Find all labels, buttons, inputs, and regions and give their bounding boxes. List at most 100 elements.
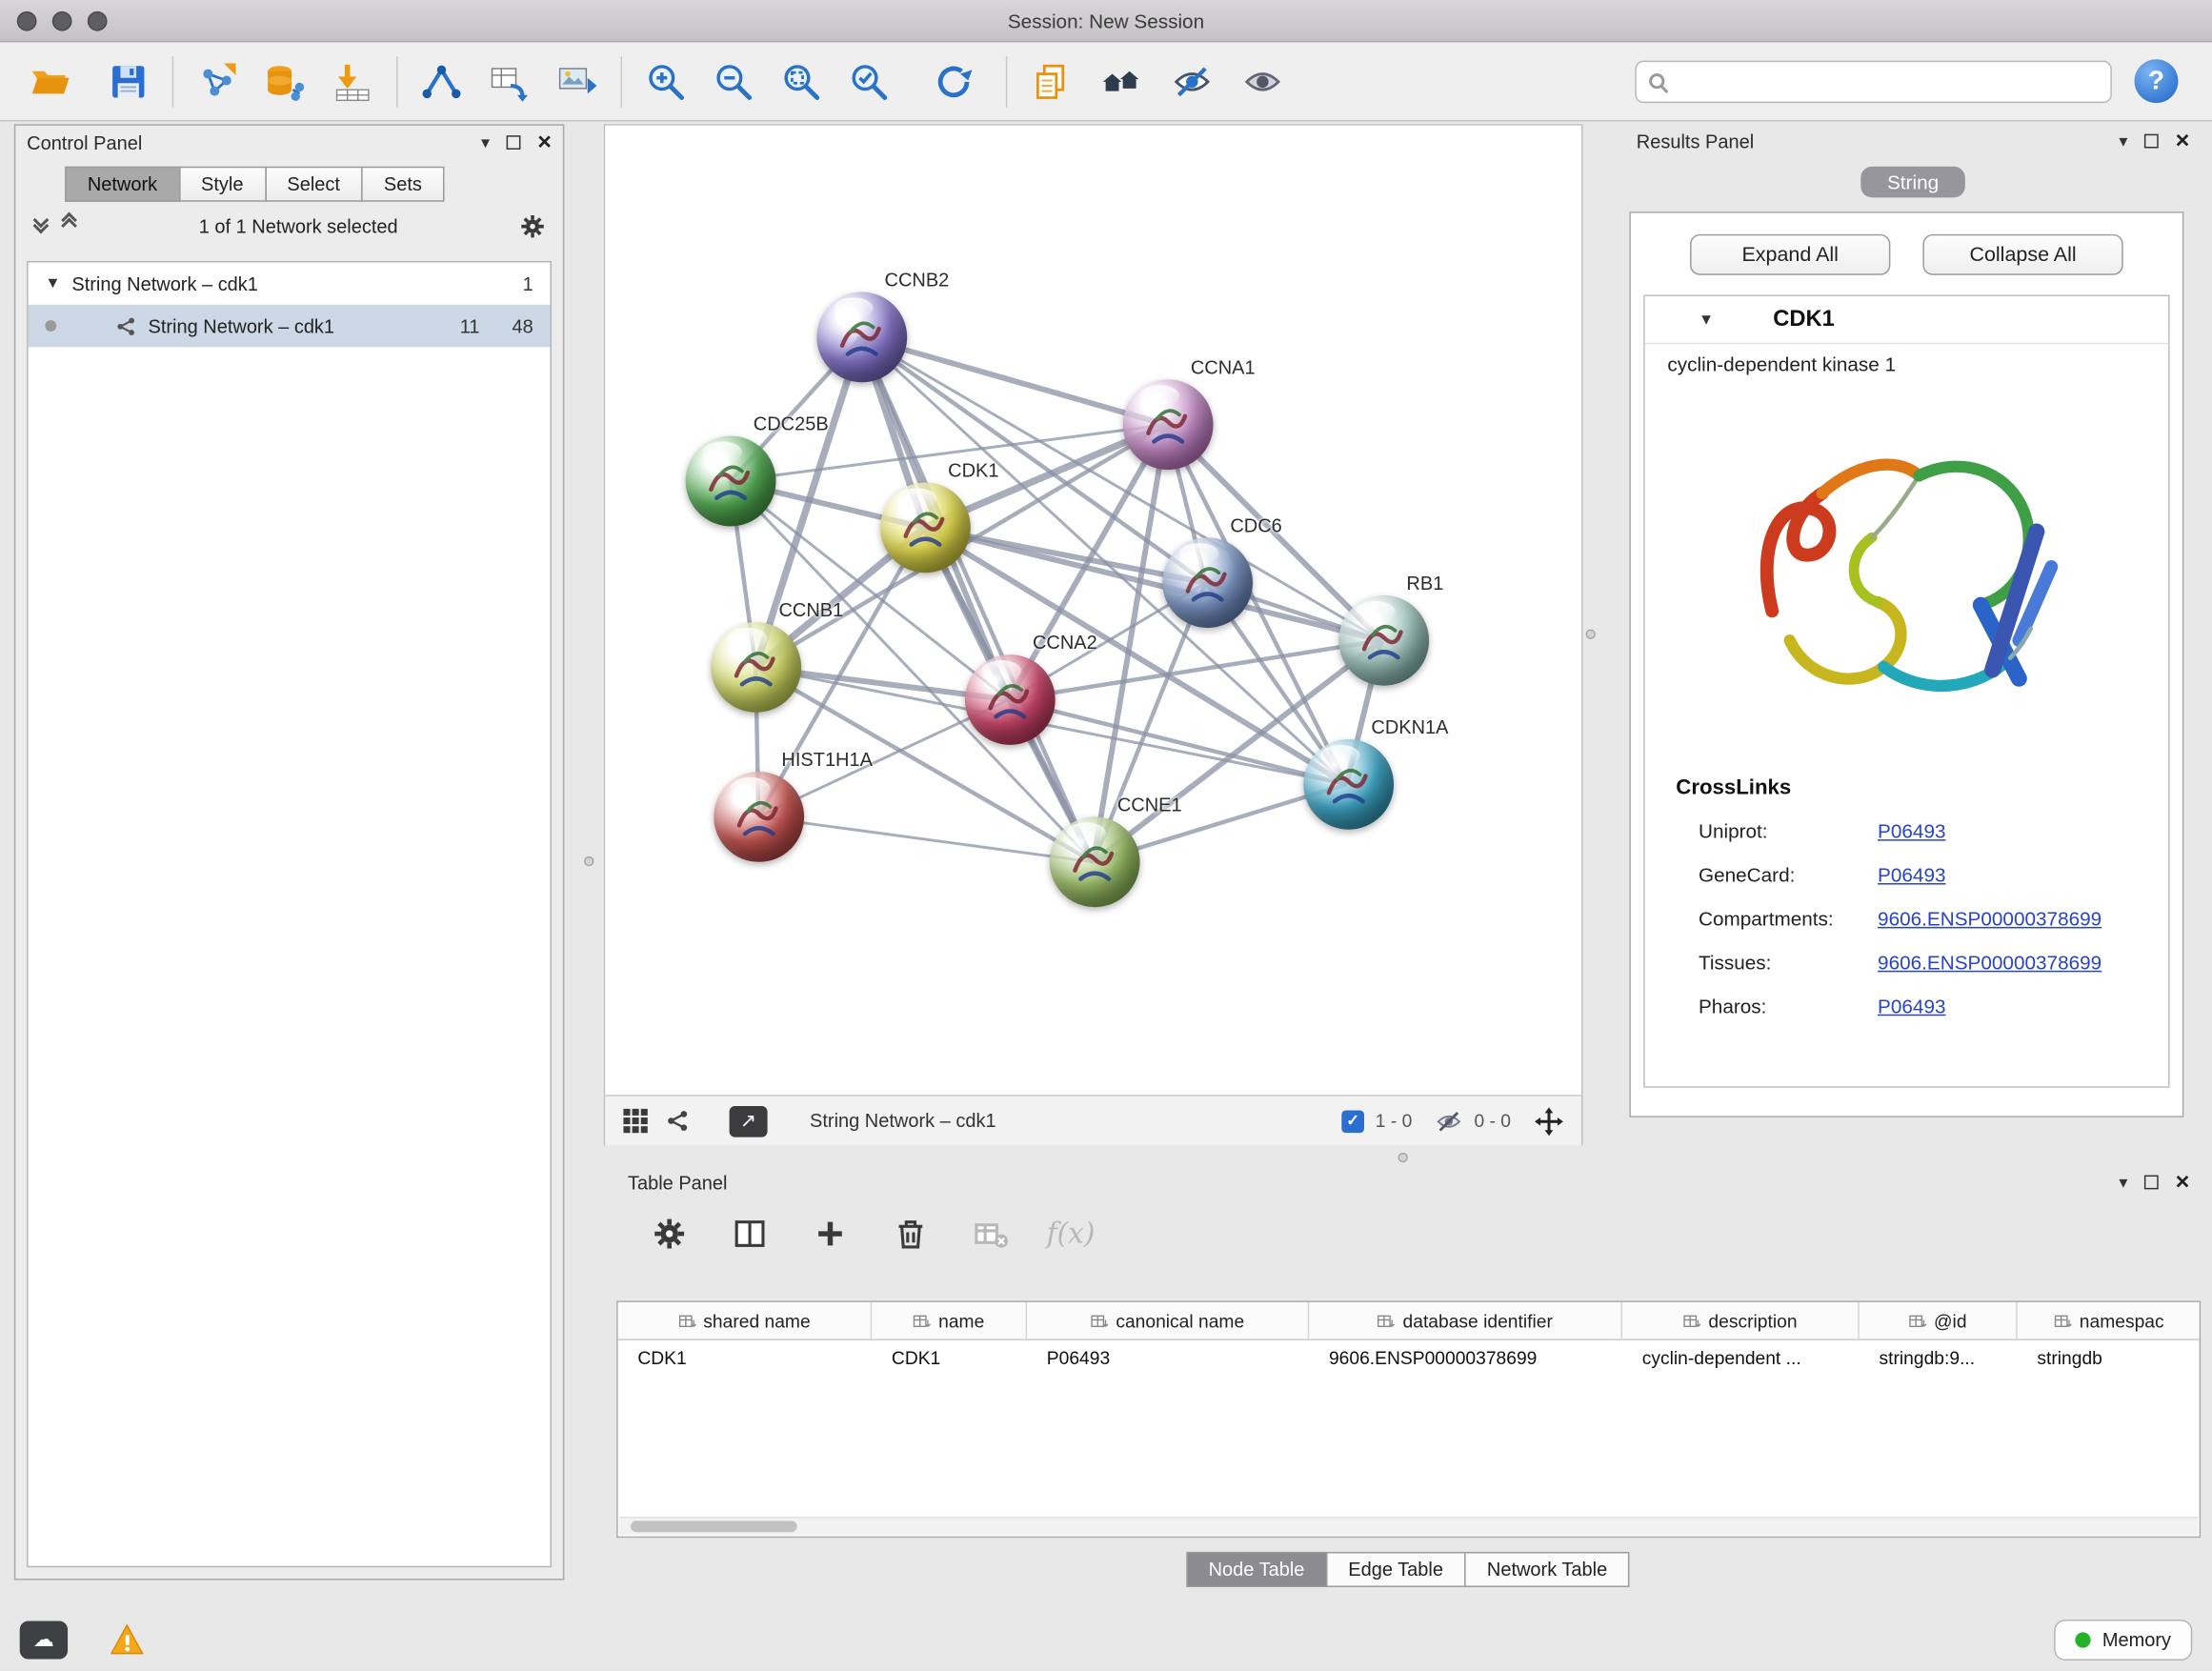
delete-column-button[interactable] — [889, 1212, 931, 1254]
table-cell[interactable]: P06493 — [1027, 1340, 1309, 1376]
warnings-button[interactable] — [105, 1621, 150, 1659]
close-window-button[interactable] — [17, 11, 37, 31]
network-row-selected[interactable]: String Network – cdk1 11 48 — [29, 305, 551, 347]
network-node-CDC6[interactable] — [1162, 537, 1253, 628]
zoom-window-button[interactable] — [88, 11, 108, 31]
section-collapse-caret-icon[interactable]: ▼ — [1699, 312, 1714, 329]
column-header-@id[interactable]: @id — [1860, 1302, 2018, 1340]
expand-all-icon[interactable] — [61, 217, 78, 234]
scrollbar-thumb[interactable] — [631, 1520, 797, 1532]
crosslink-value-link[interactable]: P06493 — [1878, 994, 1945, 1017]
network-node-CDC25B[interactable] — [686, 436, 776, 527]
table-cell[interactable]: 9606.ENSP00000378699 — [1309, 1340, 1622, 1376]
table-settings-button[interactable] — [648, 1212, 690, 1254]
expand-all-button[interactable]: Expand All — [1690, 234, 1890, 275]
table-cell[interactable]: cyclin-dependent ... — [1622, 1340, 1860, 1376]
network-canvas[interactable]: CCNB2CCNA1CDC25BCDK1CDC6RB1CCNB1CCNA2CDK… — [605, 126, 1581, 1095]
memory-button[interactable]: Memory — [2054, 1619, 2192, 1660]
tab-select[interactable]: Select — [265, 167, 363, 202]
apply-layout-button[interactable] — [924, 50, 983, 112]
save-session-button[interactable] — [99, 50, 158, 112]
crosslink-value-link[interactable]: P06493 — [1878, 819, 1945, 842]
birdseye-view-button[interactable] — [1233, 50, 1292, 112]
column-header-shared-name[interactable]: shared name — [618, 1302, 873, 1340]
detach-view-button[interactable]: ↗ — [730, 1105, 768, 1137]
pan-move-icon[interactable] — [1534, 1105, 1565, 1137]
import-table-button[interactable] — [323, 50, 382, 112]
tab-sets[interactable]: Sets — [361, 167, 444, 202]
table-cell[interactable]: stringdb:9... — [1860, 1340, 2018, 1376]
cloud-button[interactable]: ☁ — [20, 1621, 68, 1659]
graphics-details-button[interactable] — [1162, 50, 1221, 112]
import-network-file-button[interactable] — [188, 50, 247, 112]
panel-menu-caret-icon[interactable]: ▾ — [2119, 131, 2127, 151]
network-edge[interactable] — [758, 816, 1093, 861]
bottom-splitter-handle[interactable] — [1398, 1153, 1408, 1162]
help-button[interactable]: ? — [2135, 59, 2179, 103]
column-header-canonical-name[interactable]: canonical name — [1027, 1302, 1309, 1340]
gear-icon[interactable] — [519, 212, 546, 239]
zoom-selected-button[interactable] — [839, 50, 898, 112]
tab-style[interactable]: Style — [178, 167, 266, 202]
network-node-CCNB2[interactable] — [816, 292, 907, 383]
panel-menu-caret-icon[interactable]: ▾ — [481, 132, 490, 152]
panel-float-icon[interactable] — [2144, 134, 2159, 149]
delete-table-button[interactable] — [969, 1212, 1011, 1254]
network-overview-button[interactable] — [666, 1109, 690, 1133]
panel-close-icon[interactable]: × — [537, 135, 552, 150]
function-builder-button[interactable]: f(x) — [1050, 1212, 1092, 1254]
export-image-button[interactable] — [548, 50, 607, 112]
panel-float-icon[interactable] — [507, 135, 521, 150]
string-tab-badge[interactable]: String — [1860, 167, 1965, 198]
column-header-name[interactable]: name — [872, 1302, 1027, 1340]
table-horizontal-scrollbar[interactable] — [619, 1517, 2198, 1535]
table-cell[interactable]: CDK1 — [618, 1340, 873, 1376]
tab-edge-table[interactable]: Edge Table — [1326, 1552, 1466, 1587]
network-node-CDKN1A[interactable] — [1303, 739, 1394, 830]
network-node-CCNB1[interactable] — [711, 622, 801, 713]
right-splitter-handle[interactable] — [1585, 629, 1595, 638]
network-node-RB1[interactable] — [1338, 595, 1429, 686]
copy-network-button[interactable] — [1021, 50, 1080, 112]
crosslink-value-link[interactable]: P06493 — [1878, 863, 1945, 886]
tree-caret-icon[interactable]: ▼ — [45, 275, 60, 292]
search-input[interactable] — [1675, 70, 2098, 91]
first-neighbors-button[interactable] — [412, 50, 471, 112]
network-node-CDK1[interactable] — [880, 482, 971, 573]
import-network-database-button[interactable] — [255, 50, 314, 112]
panel-float-icon[interactable] — [2144, 1176, 2159, 1190]
crosslink-value-link[interactable]: 9606.ENSP00000378699 — [1878, 950, 2101, 973]
zoom-fit-button[interactable] — [772, 50, 831, 112]
table-cell[interactable]: stringdb — [2018, 1340, 2202, 1376]
panel-menu-caret-icon[interactable]: ▾ — [2119, 1173, 2127, 1193]
tab-network-table[interactable]: Network Table — [1464, 1552, 1630, 1587]
add-column-button[interactable] — [809, 1212, 851, 1254]
show-columns-button[interactable] — [728, 1212, 770, 1254]
network-node-CCNE1[interactable] — [1050, 816, 1140, 907]
panel-close-icon[interactable]: × — [2176, 134, 2190, 149]
open-session-button[interactable] — [20, 50, 79, 112]
tab-network[interactable]: Network — [65, 167, 180, 202]
zoom-in-button[interactable] — [636, 50, 695, 112]
home-button[interactable] — [1092, 50, 1151, 112]
tab-node-table[interactable]: Node Table — [1186, 1552, 1327, 1587]
zoom-out-button[interactable] — [704, 50, 763, 112]
panel-close-icon[interactable]: × — [2176, 1176, 2190, 1190]
column-header-namespac[interactable]: namespac — [2018, 1302, 2202, 1340]
table-cell[interactable]: CDK1 — [872, 1340, 1027, 1376]
minimize-window-button[interactable] — [52, 11, 72, 31]
export-network-button[interactable] — [479, 50, 538, 112]
grid-view-button[interactable] — [622, 1107, 649, 1134]
network-edge[interactable] — [861, 337, 1094, 862]
column-header-description[interactable]: description — [1622, 1302, 1860, 1340]
collapse-all-icon[interactable] — [32, 217, 50, 234]
column-header-database-identifier[interactable]: database identifier — [1309, 1302, 1622, 1340]
crosslink-value-link[interactable]: 9606.ENSP00000378699 — [1878, 906, 2101, 929]
left-splitter-handle[interactable] — [584, 856, 593, 866]
network-node-CCNA2[interactable] — [965, 654, 1056, 745]
network-node-HIST1H1A[interactable] — [714, 772, 804, 862]
network-node-CCNA1[interactable] — [1123, 379, 1214, 470]
selected-elements-checkbox[interactable]: ✓ — [1341, 1110, 1364, 1133]
table-data-row[interactable]: CDK1CDK1P064939606.ENSP00000378699cyclin… — [618, 1340, 2200, 1376]
network-collection-row[interactable]: ▼ String Network – cdk1 1 — [29, 262, 551, 304]
